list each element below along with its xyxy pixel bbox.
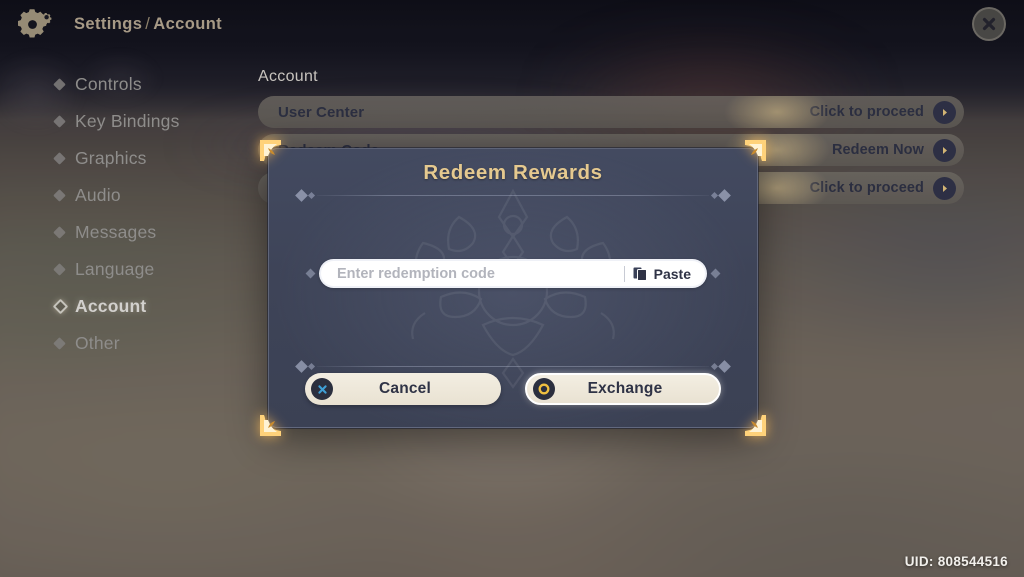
redemption-code-field[interactable]: Paste: [319, 259, 707, 288]
dialog-title: Redeem Rewards: [423, 161, 603, 184]
exchange-button[interactable]: Exchange: [525, 373, 721, 405]
divider-top: [295, 189, 731, 202]
input-diamond-icon: [305, 268, 316, 279]
divider-line: [317, 195, 709, 196]
uid-label: UID: 808544516: [904, 554, 1008, 569]
cancel-x-icon: [311, 378, 333, 400]
dialog-actions: Cancel Exchange: [305, 373, 721, 405]
divider-diamond-icon: [718, 360, 731, 373]
divider-diamond-icon: [295, 189, 308, 202]
cancel-button-label: Cancel: [378, 380, 432, 397]
divider-bottom: [295, 360, 731, 373]
divider-diamond-icon: [307, 191, 316, 200]
cancel-button[interactable]: Cancel: [305, 373, 501, 405]
divider-diamond-icon: [710, 362, 719, 371]
copy-paste-icon: [633, 266, 648, 282]
paste-label: Paste: [653, 265, 691, 282]
exchange-button-label: Exchange: [587, 380, 663, 397]
divider-diamond-icon: [710, 191, 719, 200]
redemption-code-row: Paste: [305, 259, 721, 288]
exchange-ring-icon: [533, 378, 555, 400]
paste-button[interactable]: Paste: [633, 266, 699, 282]
divider-diamond-icon: [718, 189, 731, 202]
divider-line: [317, 366, 709, 367]
redemption-code-input[interactable]: [337, 265, 620, 282]
redeem-rewards-dialog: Redeem Rewards Paste: [260, 140, 766, 436]
divider-diamond-icon: [295, 360, 308, 373]
input-diamond-icon: [710, 268, 721, 279]
field-divider: [623, 265, 625, 282]
divider-diamond-icon: [307, 362, 316, 371]
